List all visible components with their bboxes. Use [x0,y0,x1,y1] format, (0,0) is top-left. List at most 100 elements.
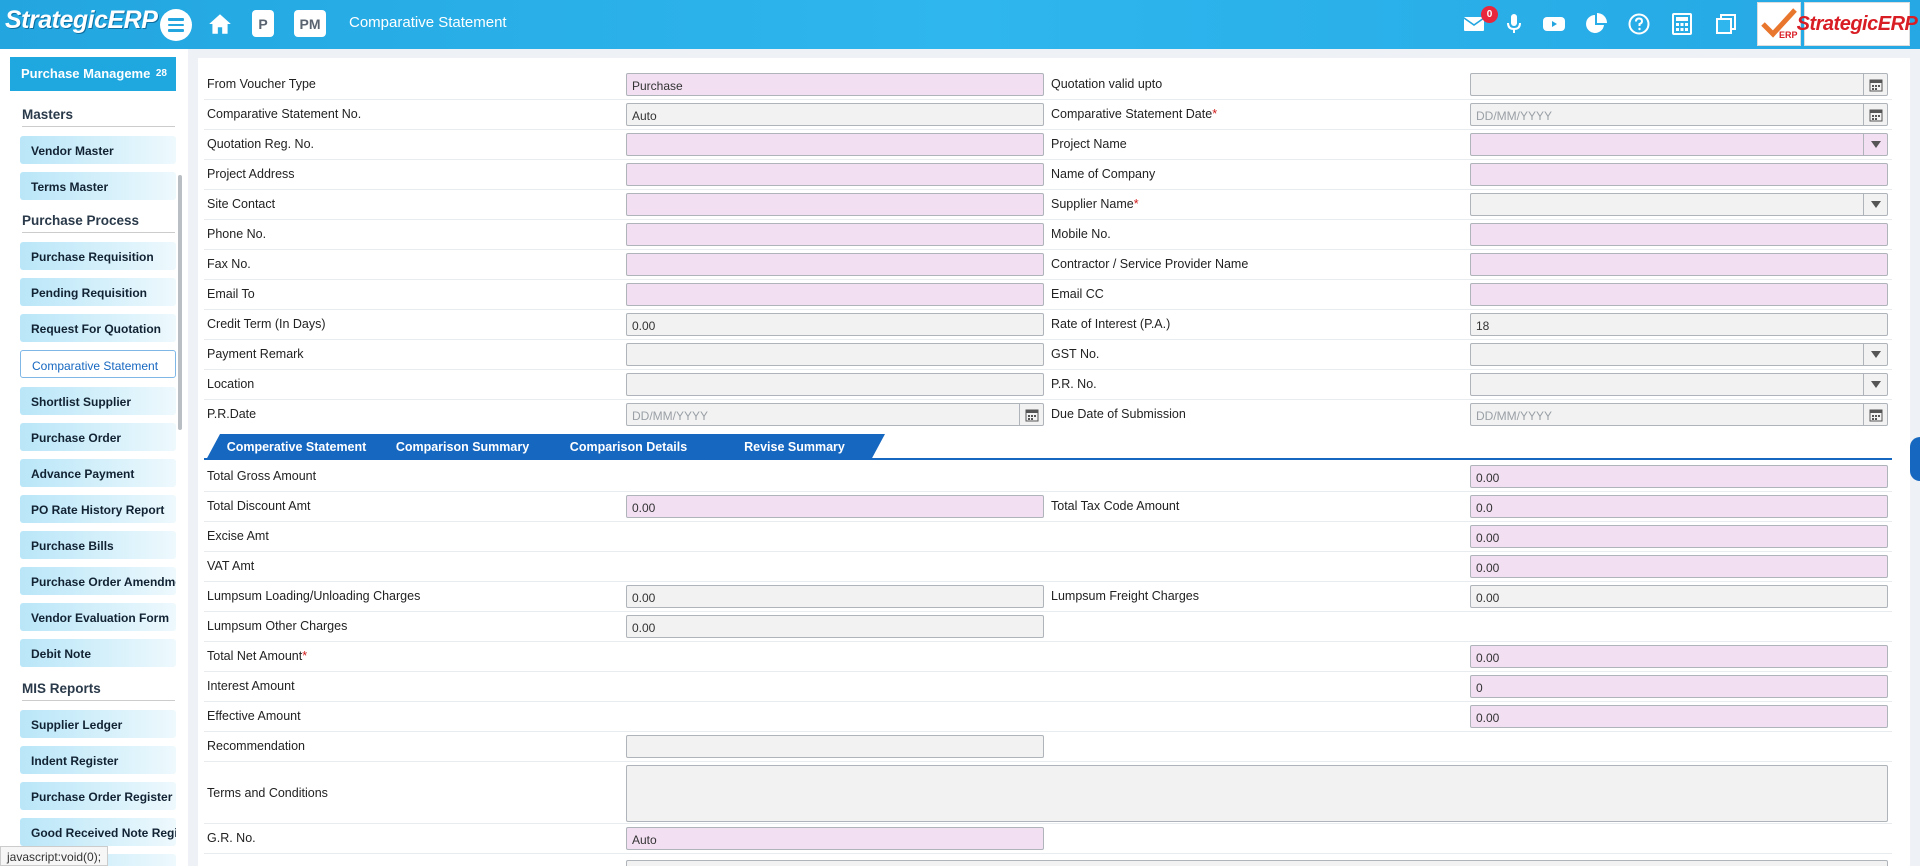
gst-no-select[interactable] [1470,343,1888,366]
cs-date-placeholder: DD/MM/YYYY [1476,109,1553,123]
terms-textarea[interactable] [626,765,1888,822]
tab-revise-summary[interactable]: Revise Summary [704,434,885,460]
sidebar-item-purchase-requisition[interactable]: Purchase Requisition [20,242,176,270]
required-mark: * [1133,197,1139,211]
vat-field[interactable]: 0.00 [1470,555,1888,578]
calendar-icon[interactable] [1863,404,1887,425]
sidebar-item-purchase-bills[interactable]: Purchase Bills [20,531,176,559]
quotation-reg-no-field[interactable] [626,133,1044,156]
contractor-name-field[interactable] [1470,253,1888,276]
excise-field[interactable]: 0.00 [1470,525,1888,548]
sidebar-scrollbar[interactable] [178,175,182,430]
module-header[interactable]: Purchase Manageme 28 [10,57,176,91]
other-charges-field[interactable]: 0.00 [626,615,1044,638]
strategic-erp-logo[interactable]: StrategicERP [1797,2,1918,46]
next-field-partial[interactable] [626,860,1888,866]
phone-no-field[interactable] [626,223,1044,246]
sidebar-item-terms-master[interactable]: Terms Master [20,172,176,200]
name-of-company-field[interactable] [1470,163,1888,186]
due-date-field[interactable]: DD/MM/YYYY [1470,403,1888,426]
sidebar-item-debit-note[interactable]: Debit Note [20,639,176,667]
microphone-icon[interactable] [1501,12,1527,36]
side-panel-handle[interactable] [1910,437,1920,481]
pm-shortcut-button[interactable]: PM [294,10,326,37]
sidebar-item-indent-register[interactable]: Indent Register [20,746,176,774]
total-discount-field[interactable]: 0.00 [626,495,1044,518]
sidebar-item-supplier-ledger[interactable]: Supplier Ledger [20,710,176,738]
sidebar-item-vendor-master[interactable]: Vendor Master [20,136,176,164]
form-row: Fax No. Contractor / Service Provider Na… [204,250,1892,280]
chevron-down-icon[interactable] [1863,344,1887,365]
windows-icon[interactable] [1713,12,1739,36]
help-icon[interactable] [1626,12,1652,36]
chevron-down-icon[interactable] [1863,194,1887,215]
required-mark: * [1212,107,1218,121]
section-masters: Masters [22,107,175,127]
menu-toggle-icon[interactable] [160,9,192,41]
total-gross-field[interactable]: 0.00 [1470,465,1888,488]
form-row: Location P.R. No. [204,370,1892,400]
freight-charges-field[interactable]: 0.00 [1470,585,1888,608]
label-location: Location [207,377,255,391]
project-address-field[interactable] [626,163,1044,186]
calculator-icon[interactable] [1669,12,1695,36]
calendar-icon[interactable] [1863,104,1887,125]
loading-charges-field[interactable]: 0.00 [626,585,1044,608]
from-voucher-type-field[interactable]: Purchase [626,73,1044,96]
payment-remark-field[interactable] [626,343,1044,366]
total-tax-code-field[interactable]: 0.0 [1470,495,1888,518]
label-payment-remark: Payment Remark [207,347,304,361]
label-pr-date: P.R.Date [207,407,257,421]
sidebar-item-grn-register[interactable]: Good Received Note Regis.. [20,818,176,846]
sidebar-item-shortlist-supplier[interactable]: Shortlist Supplier [20,387,176,415]
rate-of-interest-field[interactable]: 18 [1470,313,1888,336]
sidebar-item-request-for-quotation[interactable]: Request For Quotation [20,314,176,342]
cs-no-field[interactable]: Auto [626,103,1044,126]
effective-field[interactable]: 0.00 [1470,705,1888,728]
fax-no-field[interactable] [626,253,1044,276]
chevron-down-icon[interactable] [1863,134,1887,155]
sidebar-item-pending-requisition[interactable]: Pending Requisition [20,278,176,306]
sidebar-item-purchase-order[interactable]: Purchase Order [20,423,176,451]
calendar-icon[interactable] [1019,404,1043,425]
sidebar-item-po-rate-history[interactable]: PO Rate History Report [20,495,176,523]
label-loading-charges: Lumpsum Loading/Unloading Charges [207,589,421,603]
sidebar-item-po-register[interactable]: Purchase Order Register [20,782,176,810]
erp-check-logo[interactable]: ERP [1757,2,1801,46]
supplier-name-select[interactable] [1470,193,1888,216]
tab-comperative-statement[interactable]: Comperative Statement [206,434,387,460]
project-name-select[interactable] [1470,133,1888,156]
tab-comparison-details[interactable]: Comparison Details [538,434,719,460]
tab-comparison-summary[interactable]: Comparison Summary [372,434,553,460]
home-icon[interactable] [207,11,233,37]
sidebar-item-po-amendment[interactable]: Purchase Order Amendment [20,567,176,595]
gr-no-field[interactable]: Auto [626,827,1044,850]
total-net-field[interactable]: 0.00 [1470,645,1888,668]
chevron-down-icon[interactable] [1863,374,1887,395]
p-shortcut-button[interactable]: P [252,10,274,37]
label-other-charges: Lumpsum Other Charges [207,619,348,633]
calendar-icon[interactable] [1863,74,1887,95]
interest-field[interactable]: 0 [1470,675,1888,698]
label-name-of-company: Name of Company [1051,167,1156,181]
pr-no-select[interactable] [1470,373,1888,396]
sidebar-item-comparative-statement[interactable]: Comparative Statement [20,350,176,378]
totals-row: Excise Amt 0.00 [204,522,1892,552]
email-to-field[interactable] [626,283,1044,306]
totals-row: VAT Amt 0.00 [204,552,1892,582]
site-contact-field[interactable] [626,193,1044,216]
email-cc-field[interactable] [1470,283,1888,306]
quotation-valid-upto-field[interactable] [1470,73,1888,96]
sidebar-item-advance-payment[interactable]: Advance Payment [20,459,176,487]
location-field[interactable] [626,373,1044,396]
label-gr-no: G.R. No. [207,831,256,845]
pie-chart-icon[interactable] [1583,12,1609,36]
credit-term-field[interactable]: 0.00 [626,313,1044,336]
recommendation-field[interactable] [626,735,1044,758]
cs-date-field[interactable]: DD/MM/YYYY [1470,103,1888,126]
mobile-no-field[interactable] [1470,223,1888,246]
sidebar-item-vendor-evaluation[interactable]: Vendor Evaluation Form [20,603,176,631]
pr-date-field[interactable]: DD/MM/YYYY [626,403,1044,426]
video-icon[interactable] [1541,12,1567,36]
brand-logo[interactable]: StrategicERP [5,6,158,35]
